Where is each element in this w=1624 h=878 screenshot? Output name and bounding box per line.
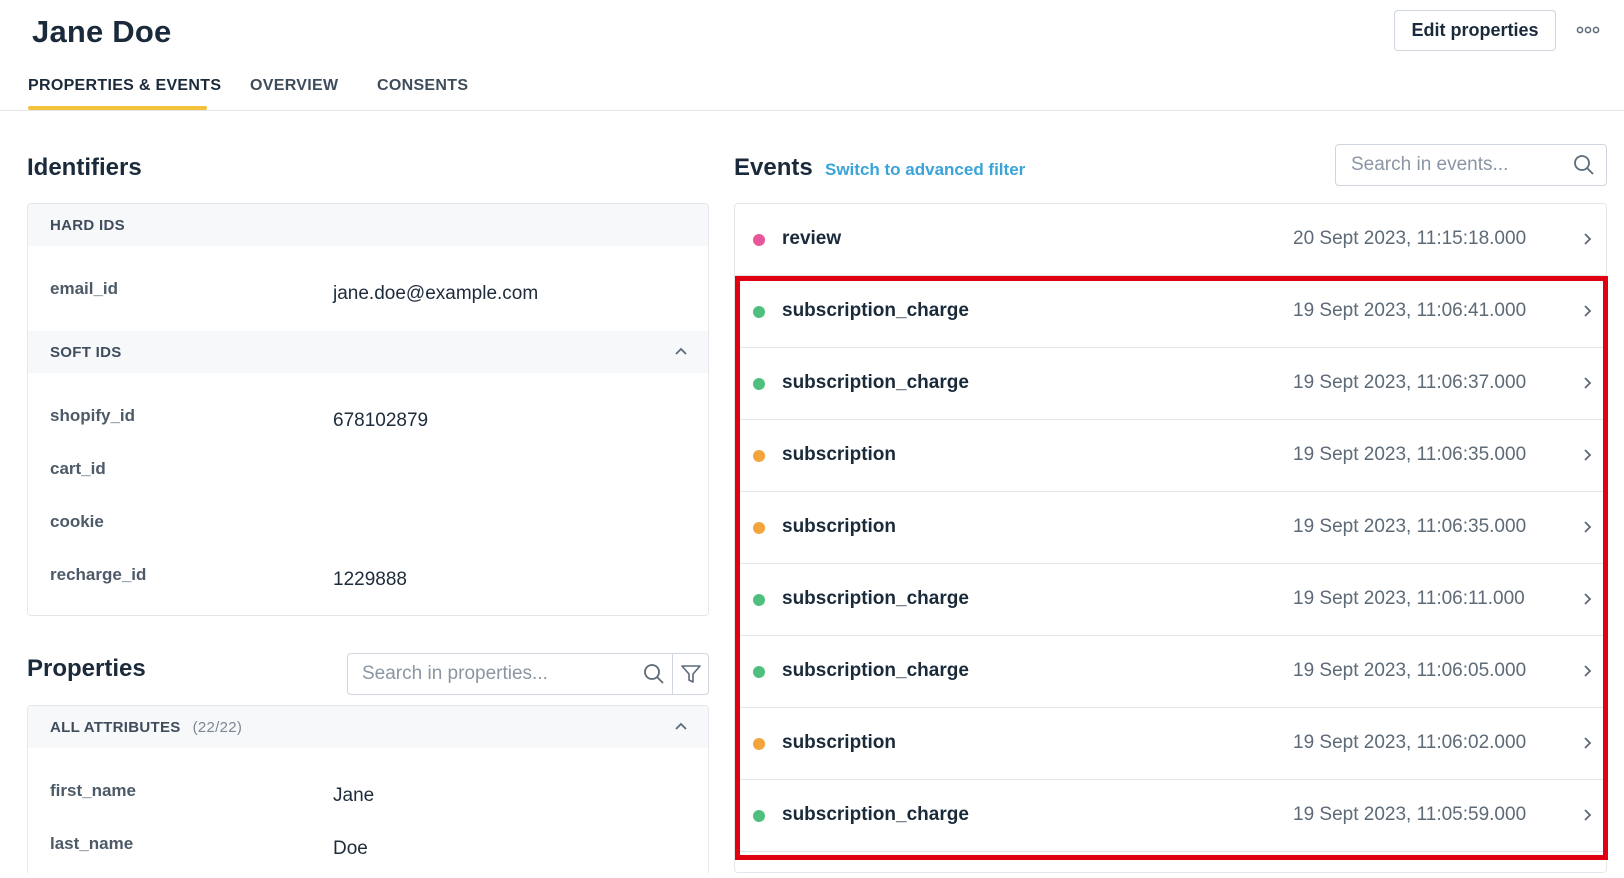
event-status-dot	[753, 522, 765, 534]
events-search	[1335, 144, 1607, 186]
identifier-row: cart_id	[28, 459, 708, 489]
tab-bar: PROPERTIES & EVENTS OVERVIEW CONSENTS	[0, 68, 1624, 111]
event-timestamp: 19 Sept 2023, 11:06:11.000	[1293, 588, 1525, 609]
soft-ids-label: SOFT IDS	[50, 343, 122, 361]
event-row[interactable]: subscription_charge 19 Sept 2023, 11:06:3…	[735, 348, 1606, 420]
properties-panel: ALL ATTRIBUTES (22/22) first_name Jane l…	[27, 705, 709, 875]
tab-properties-events[interactable]: PROPERTIES & EVENTS	[28, 77, 221, 95]
identifiers-title: Identifiers	[27, 154, 142, 181]
event-status-dot	[753, 234, 765, 246]
event-name: subscription	[782, 516, 897, 537]
event-row[interactable]: subscription 19 Sept 2023, 11:06:35.000	[735, 492, 1606, 564]
event-status-dot	[753, 738, 765, 750]
event-status-dot	[753, 378, 765, 390]
chevron-right-icon	[1584, 233, 1592, 245]
event-timestamp: 19 Sept 2023, 11:06:35.000	[1293, 516, 1527, 537]
event-name: subscription_charge	[782, 588, 969, 609]
event-row[interactable]: subscription_charge 19 Sept 2023, 11:06:0…	[735, 636, 1606, 708]
event-row[interactable]: subscription_charge 19 Sept 2023, 11:06:4…	[735, 276, 1606, 348]
chevron-right-icon	[1584, 305, 1592, 317]
attribute-key: last_name	[50, 834, 134, 853]
all-attributes-label: ALL ATTRIBUTES	[50, 718, 181, 736]
event-name: subscription	[782, 732, 897, 753]
tab-consents[interactable]: CONSENTS	[377, 77, 468, 95]
event-timestamp: 19 Sept 2023, 11:06:41.000	[1293, 300, 1527, 321]
properties-search-input[interactable]	[348, 654, 637, 694]
event-timestamp: 19 Sept 2023, 11:06:05.000	[1293, 660, 1527, 681]
attribute-value: Doe	[333, 838, 368, 859]
chevron-right-icon	[1584, 449, 1592, 461]
identifier-value: 678102879	[333, 410, 429, 431]
event-timestamp: 19 Sept 2023, 11:06:35.000	[1293, 444, 1527, 465]
event-name: subscription_charge	[782, 660, 969, 681]
attribute-key: first_name	[50, 781, 136, 800]
event-timestamp: 20 Sept 2023, 11:15:18.000	[1293, 228, 1527, 249]
identifier-key: cookie	[50, 512, 104, 531]
event-status-dot	[753, 666, 765, 678]
chevron-right-icon	[1584, 665, 1592, 677]
event-status-dot	[753, 306, 765, 318]
edit-properties-button[interactable]: Edit properties	[1394, 10, 1556, 51]
chevron-right-icon	[1584, 377, 1592, 389]
hard-ids-header: HARD IDS	[28, 204, 708, 246]
more-horizontal-icon[interactable]	[1574, 20, 1602, 40]
properties-search	[347, 653, 709, 695]
event-name: subscription_charge	[782, 372, 969, 393]
event-name: subscription_charge	[782, 804, 969, 825]
attributes-count: (22/22)	[192, 718, 243, 736]
attribute-row: first_name Jane	[28, 781, 708, 811]
event-status-dot	[753, 450, 765, 462]
chevron-up-icon[interactable]	[674, 345, 688, 359]
event-row[interactable]: subscription_charge 19 Sept 2023, 11:05:5…	[735, 780, 1606, 852]
identifier-key: email_id	[50, 279, 119, 298]
chevron-right-icon	[1584, 593, 1592, 605]
event-timestamp: 19 Sept 2023, 11:06:37.000	[1293, 372, 1527, 393]
filter-icon[interactable]	[672, 654, 708, 694]
all-attributes-header[interactable]: ALL ATTRIBUTES (22/22)	[28, 706, 708, 748]
chevron-up-icon[interactable]	[674, 720, 688, 734]
identifier-value: jane.doe@example.com	[333, 283, 539, 304]
chevron-right-icon	[1584, 521, 1592, 533]
event-name: review	[782, 228, 842, 249]
event-name: subscription	[782, 444, 897, 465]
identifier-row: shopify_id 678102879	[28, 406, 708, 436]
event-status-dot	[753, 594, 765, 606]
identifier-row: email_id jane.doe@example.com	[28, 279, 708, 309]
events-title: Events	[734, 154, 813, 181]
event-timestamp: 19 Sept 2023, 11:05:59.000	[1293, 804, 1527, 825]
identifier-key: cart_id	[50, 459, 106, 478]
identifier-key: recharge_id	[50, 565, 147, 584]
search-icon[interactable]	[636, 654, 672, 694]
event-timestamp: 19 Sept 2023, 11:06:02.000	[1293, 732, 1527, 753]
event-row[interactable]: subscription 19 Sept 2023, 11:06:35.000	[735, 420, 1606, 492]
page-title: Jane Doe	[32, 14, 172, 49]
identifier-row: recharge_id 1229888	[28, 565, 708, 595]
identifier-value: 1229888	[333, 569, 407, 590]
advanced-filter-link[interactable]: Switch to advanced filter	[825, 160, 1025, 180]
event-row[interactable]: subscription_charge 19 Sept 2023, 11:06:1…	[735, 564, 1606, 636]
identifiers-panel: HARD IDS email_id jane.doe@example.com S…	[27, 203, 709, 616]
hard-ids-label: HARD IDS	[50, 216, 125, 234]
chevron-right-icon	[1584, 809, 1592, 821]
events-search-input[interactable]	[1336, 145, 1564, 185]
search-icon[interactable]	[1564, 145, 1604, 185]
properties-title: Properties	[27, 655, 146, 682]
soft-ids-header[interactable]: SOFT IDS	[28, 331, 708, 373]
tab-overview[interactable]: OVERVIEW	[250, 77, 338, 95]
event-row[interactable]: review 20 Sept 2023, 11:15:18.000	[735, 204, 1606, 276]
identifier-key: shopify_id	[50, 406, 136, 425]
attribute-value: Jane	[333, 785, 375, 806]
event-name: subscription_charge	[782, 300, 969, 321]
attribute-row: last_name Doe	[28, 834, 708, 864]
chevron-right-icon	[1584, 737, 1592, 749]
events-list: review 20 Sept 2023, 11:15:18.000 subscrip…	[734, 203, 1607, 873]
event-status-dot	[753, 810, 765, 822]
event-row[interactable]: subscription 19 Sept 2023, 11:06:02.000	[735, 708, 1606, 780]
active-tab-indicator	[28, 106, 207, 110]
identifier-row: cookie	[28, 512, 708, 542]
